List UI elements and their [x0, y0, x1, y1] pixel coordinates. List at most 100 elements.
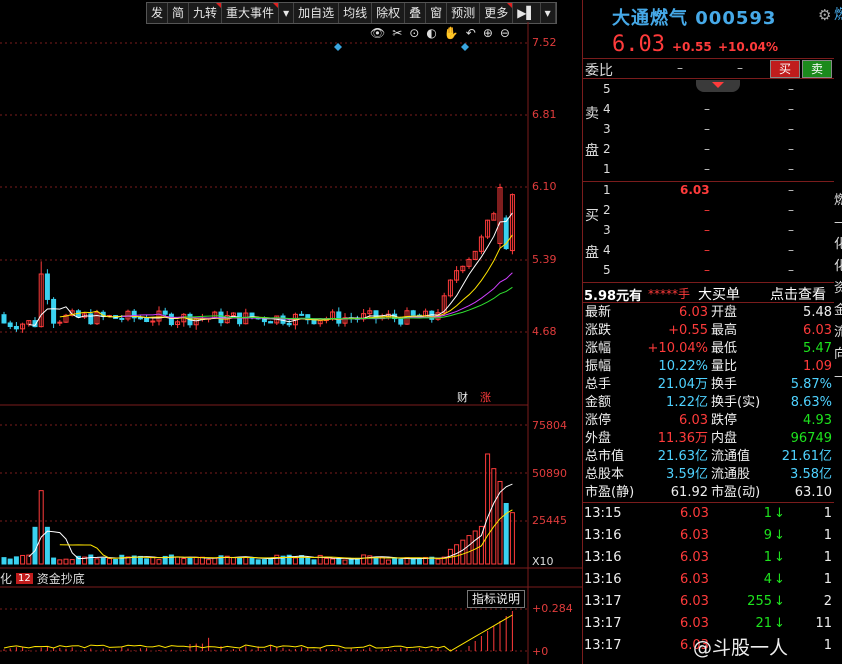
volume-bar [460, 539, 466, 565]
orderbook-cell: 2 [603, 203, 611, 217]
quote-cell: 总市值 [585, 449, 625, 464]
quote-cell: 1.22亿 [666, 395, 708, 410]
volume-bar [435, 558, 441, 565]
quote-row: 总股本 3.59亿 流通股 3.58亿 [584, 466, 834, 484]
tick-cell: 9 [763, 528, 772, 543]
quote-row: 总手 21.04万 换手 5.87% [584, 376, 834, 394]
volume-bar [237, 556, 243, 565]
big-order-volume: *****手 [648, 287, 691, 301]
orderbook-cell: – [704, 263, 710, 277]
quote-cell: 11.36万 [657, 431, 708, 446]
quote-row: 最新 6.03 开盘 5.48 [584, 304, 834, 322]
quote-cell: 6.03 [679, 305, 708, 320]
sell-button[interactable]: 卖 [802, 60, 832, 78]
orderbook-cell: – [788, 183, 794, 197]
limit-up-marker[interactable]: 涨 [480, 389, 491, 405]
orderbook-cell: 3 [603, 122, 611, 136]
tick-cell: 4 [763, 572, 772, 587]
moving-average-line [121, 272, 513, 320]
volume-bar [385, 559, 391, 565]
candle-body [13, 325, 19, 330]
quote-cell: 61.92 [670, 485, 708, 500]
quote-row: 涨跌 +0.55 最高 6.03 [584, 322, 834, 340]
candle-body [268, 321, 274, 324]
orderbook-cell: – [704, 223, 710, 237]
stock-title: 大通燃气 000593 [612, 8, 777, 29]
volume-bar [51, 557, 57, 565]
volume-bar [330, 558, 336, 565]
quote-cell: 涨停 [585, 413, 612, 428]
indicator-tab-zijinchaodi[interactable]: 资金抄底 [37, 570, 85, 587]
orderbook-cell: 4 [603, 102, 611, 116]
volume-bar [243, 556, 249, 565]
divider [582, 58, 834, 59]
volume-bar [292, 557, 298, 565]
indicator-tab-partial[interactable]: 化 [0, 570, 12, 587]
orderbook-cell: 1 [603, 162, 611, 176]
tick-cell: 11 [815, 616, 832, 631]
volume-bar [63, 558, 69, 565]
volume-bar [274, 554, 280, 565]
volume-bar [261, 559, 267, 565]
sell-side-label-1: 卖 [585, 106, 599, 122]
tick-cell: 1 [823, 528, 832, 543]
quote-cell: 涨幅 [585, 341, 612, 356]
gear-icon[interactable]: ⚙ [818, 6, 831, 24]
buy-side-label-1: 买 [585, 208, 599, 224]
tick-cell: 1 [823, 506, 832, 521]
kline-chart[interactable] [0, 0, 582, 664]
orderbook-cell: – [788, 263, 794, 277]
tick-cell: 6.03 [680, 550, 709, 565]
volume-bar [20, 554, 26, 565]
quote-cell: 跌停 [711, 413, 738, 428]
orderbook-cell: – [788, 162, 794, 176]
divider [582, 302, 834, 303]
orderbook-cell: 2 [603, 142, 611, 156]
indicator-axis-label: +0 [532, 645, 549, 658]
finance-marker[interactable]: 财 [457, 389, 468, 405]
volume-bar [88, 554, 94, 565]
volume-average-line [28, 483, 513, 560]
volume-bar [32, 526, 38, 565]
big-order-label: 大买单 [698, 287, 740, 303]
candle-body [150, 320, 156, 323]
event-diamond-icon[interactable] [461, 43, 469, 51]
volume-bar [113, 558, 119, 565]
candle-body [299, 313, 305, 316]
quote-cell: 63.10 [794, 485, 832, 500]
tick-cell: 1 [763, 550, 772, 565]
volume-bar [485, 453, 491, 565]
divider [582, 78, 834, 79]
tick-row: 13:17 6.03 255 ↓ 2 [584, 591, 834, 613]
candle-body [410, 310, 416, 316]
volume-bar [119, 554, 125, 565]
volume-bar [156, 559, 162, 565]
buy-button[interactable]: 买 [770, 60, 800, 78]
event-diamond-icon[interactable] [334, 43, 342, 51]
volume-bar [206, 559, 212, 565]
candle-body [168, 313, 174, 326]
volume-bar [57, 559, 63, 565]
quote-row: 总市值 21.63亿 流通值 21.61亿 [584, 448, 834, 466]
price-axis-label: 6.81 [532, 108, 557, 121]
candle-body [286, 322, 292, 326]
candle-body [51, 298, 57, 324]
volume-bar [100, 557, 106, 565]
orderbook-cell: 1 [603, 183, 611, 197]
tick-row: 13:15 6.03 1 ↓ 1 [584, 503, 834, 525]
quote-cell: 10.22% [658, 359, 708, 374]
quote-cell: 5.87% [790, 377, 832, 392]
volume-bar [410, 558, 416, 565]
tick-cell: 1 [823, 572, 832, 587]
tick-cell: 6.03 [680, 528, 709, 543]
quote-cell: 最低 [711, 341, 738, 356]
indicator-help-button[interactable]: 指标说明 [467, 590, 526, 608]
big-order-view-link[interactable]: 点击查看 [770, 284, 826, 304]
orderbook-cell: – [704, 203, 710, 217]
quote-cell: 3.59亿 [666, 467, 708, 482]
quote-cell: 21.61亿 [781, 449, 832, 464]
weibi-value: – [677, 61, 683, 75]
volume-bar [187, 557, 193, 565]
volume-bar [336, 558, 342, 565]
collapse-tab[interactable] [696, 80, 740, 92]
